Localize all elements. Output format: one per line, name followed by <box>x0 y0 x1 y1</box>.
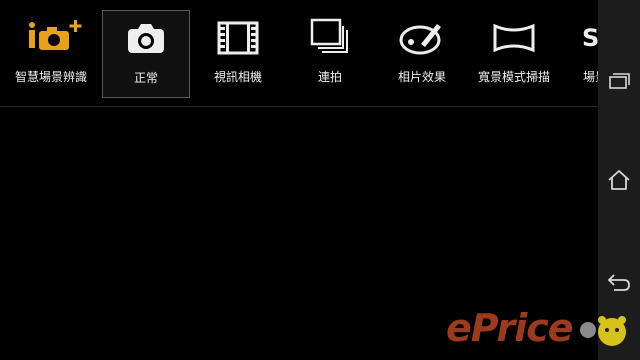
mode-panorama[interactable]: 寬景模式掃描 <box>470 10 558 98</box>
intelligent-auto-icon <box>7 18 95 58</box>
panorama-icon <box>470 18 558 58</box>
mode-label: 寬景模式掃描 <box>477 70 550 84</box>
camera-mode-bar: 智慧場景辨識 正常 視訊相機 連拍 相片效果 寬景模式掃描 S 場 <box>0 0 598 107</box>
mode-intelligent-auto[interactable]: 智慧場景辨識 <box>7 10 95 98</box>
home-icon <box>608 170 630 190</box>
navigation-bar <box>598 0 640 360</box>
camera-icon <box>103 19 189 59</box>
mode-label: 智慧場景辨識 <box>14 70 87 84</box>
mode-label: 場景 <box>583 70 598 84</box>
palette-icon <box>378 18 466 58</box>
eprice-watermark: ePrice <box>446 306 574 350</box>
mode-video[interactable]: 視訊相機 <box>194 10 282 98</box>
mode-photo-effect[interactable]: 相片效果 <box>378 10 466 98</box>
recent-apps-button[interactable] <box>598 62 640 102</box>
mode-normal[interactable]: 正常 <box>102 10 190 98</box>
film-icon <box>194 18 282 58</box>
back-button[interactable] <box>598 262 640 302</box>
home-button[interactable] <box>598 160 640 200</box>
mascot-icon <box>580 316 626 346</box>
scene-icon: SC <box>582 24 598 52</box>
back-arrow-icon <box>607 274 630 291</box>
recent-apps-icon <box>609 73 630 89</box>
mode-burst[interactable]: 連拍 <box>286 10 374 98</box>
mode-scene[interactable]: SC 場景 <box>562 10 598 98</box>
burst-icon <box>286 18 374 58</box>
